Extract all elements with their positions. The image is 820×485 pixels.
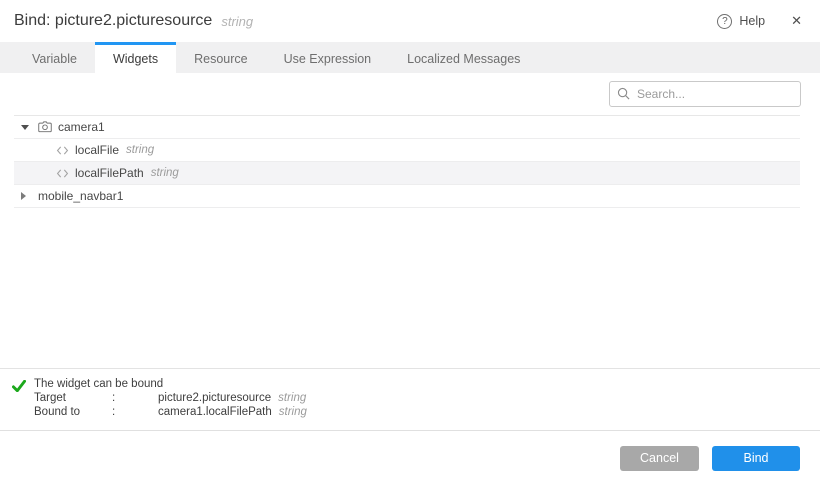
status-colon: : bbox=[112, 405, 158, 419]
tab-widgets[interactable]: Widgets bbox=[95, 42, 176, 73]
code-icon bbox=[56, 169, 69, 178]
tree-row-mobile-navbar1[interactable]: mobile_navbar1 bbox=[14, 185, 800, 208]
status-boundto-value: camera1.localFilePath bbox=[158, 405, 272, 419]
tree-row-localfile[interactable]: localFile string bbox=[14, 139, 800, 162]
status-target-row: Target : picture2.picturesource string bbox=[34, 391, 307, 405]
cancel-button[interactable]: Cancel bbox=[620, 446, 699, 471]
dialog-title: Bind: picture2.picturesource bbox=[14, 12, 212, 30]
expand-caret-icon[interactable] bbox=[21, 192, 26, 200]
status-target-label: Target bbox=[34, 391, 112, 405]
tree-item-type: string bbox=[126, 144, 154, 156]
status-target-value: picture2.picturesource bbox=[158, 391, 271, 405]
tree-item-label: camera1 bbox=[58, 120, 105, 134]
tab-variable[interactable]: Variable bbox=[14, 42, 95, 73]
tree-item-label: mobile_navbar1 bbox=[38, 189, 123, 203]
tree-item-label: localFile bbox=[75, 143, 119, 157]
tree-item-label: localFilePath bbox=[75, 166, 144, 180]
help-icon[interactable]: ? bbox=[717, 14, 732, 29]
status-boundto-label: Bound to bbox=[34, 405, 112, 419]
bind-button[interactable]: Bind bbox=[712, 446, 800, 471]
help-link[interactable]: Help bbox=[739, 14, 765, 28]
tab-bar: Variable Widgets Resource Use Expression… bbox=[0, 42, 820, 73]
close-icon[interactable]: ✕ bbox=[791, 13, 802, 29]
dialog-header: Bind: picture2.picturesource string ? He… bbox=[0, 0, 820, 42]
tab-localized-messages[interactable]: Localized Messages bbox=[389, 42, 538, 73]
status-section: The widget can be bound Target : picture… bbox=[0, 368, 820, 430]
collapse-caret-icon[interactable] bbox=[21, 125, 29, 130]
dialog-footer: Cancel Bind bbox=[0, 430, 820, 485]
search-input[interactable] bbox=[609, 81, 801, 107]
status-target-type: string bbox=[278, 391, 306, 405]
camera-icon bbox=[38, 121, 52, 133]
tree-row-camera1[interactable]: camera1 bbox=[14, 116, 800, 139]
status-message: The widget can be bound bbox=[34, 377, 307, 391]
tree-row-localfilepath[interactable]: localFilePath string bbox=[14, 162, 800, 185]
widget-tree: camera1 localFile string localFilePath s… bbox=[14, 115, 800, 208]
status-colon: : bbox=[112, 391, 158, 405]
dialog-title-type: string bbox=[221, 14, 253, 29]
bind-dialog: Bind: picture2.picturesource string ? He… bbox=[0, 0, 820, 485]
empty-area bbox=[0, 208, 820, 368]
tree-item-type: string bbox=[151, 167, 179, 179]
status-boundto-row: Bound to : camera1.localFilePath string bbox=[34, 405, 307, 419]
code-icon bbox=[56, 146, 69, 155]
tab-use-expression[interactable]: Use Expression bbox=[266, 42, 390, 73]
success-check-icon bbox=[12, 379, 26, 397]
status-boundto-type: string bbox=[279, 405, 307, 419]
search-row bbox=[0, 73, 820, 115]
tab-resource[interactable]: Resource bbox=[176, 42, 266, 73]
